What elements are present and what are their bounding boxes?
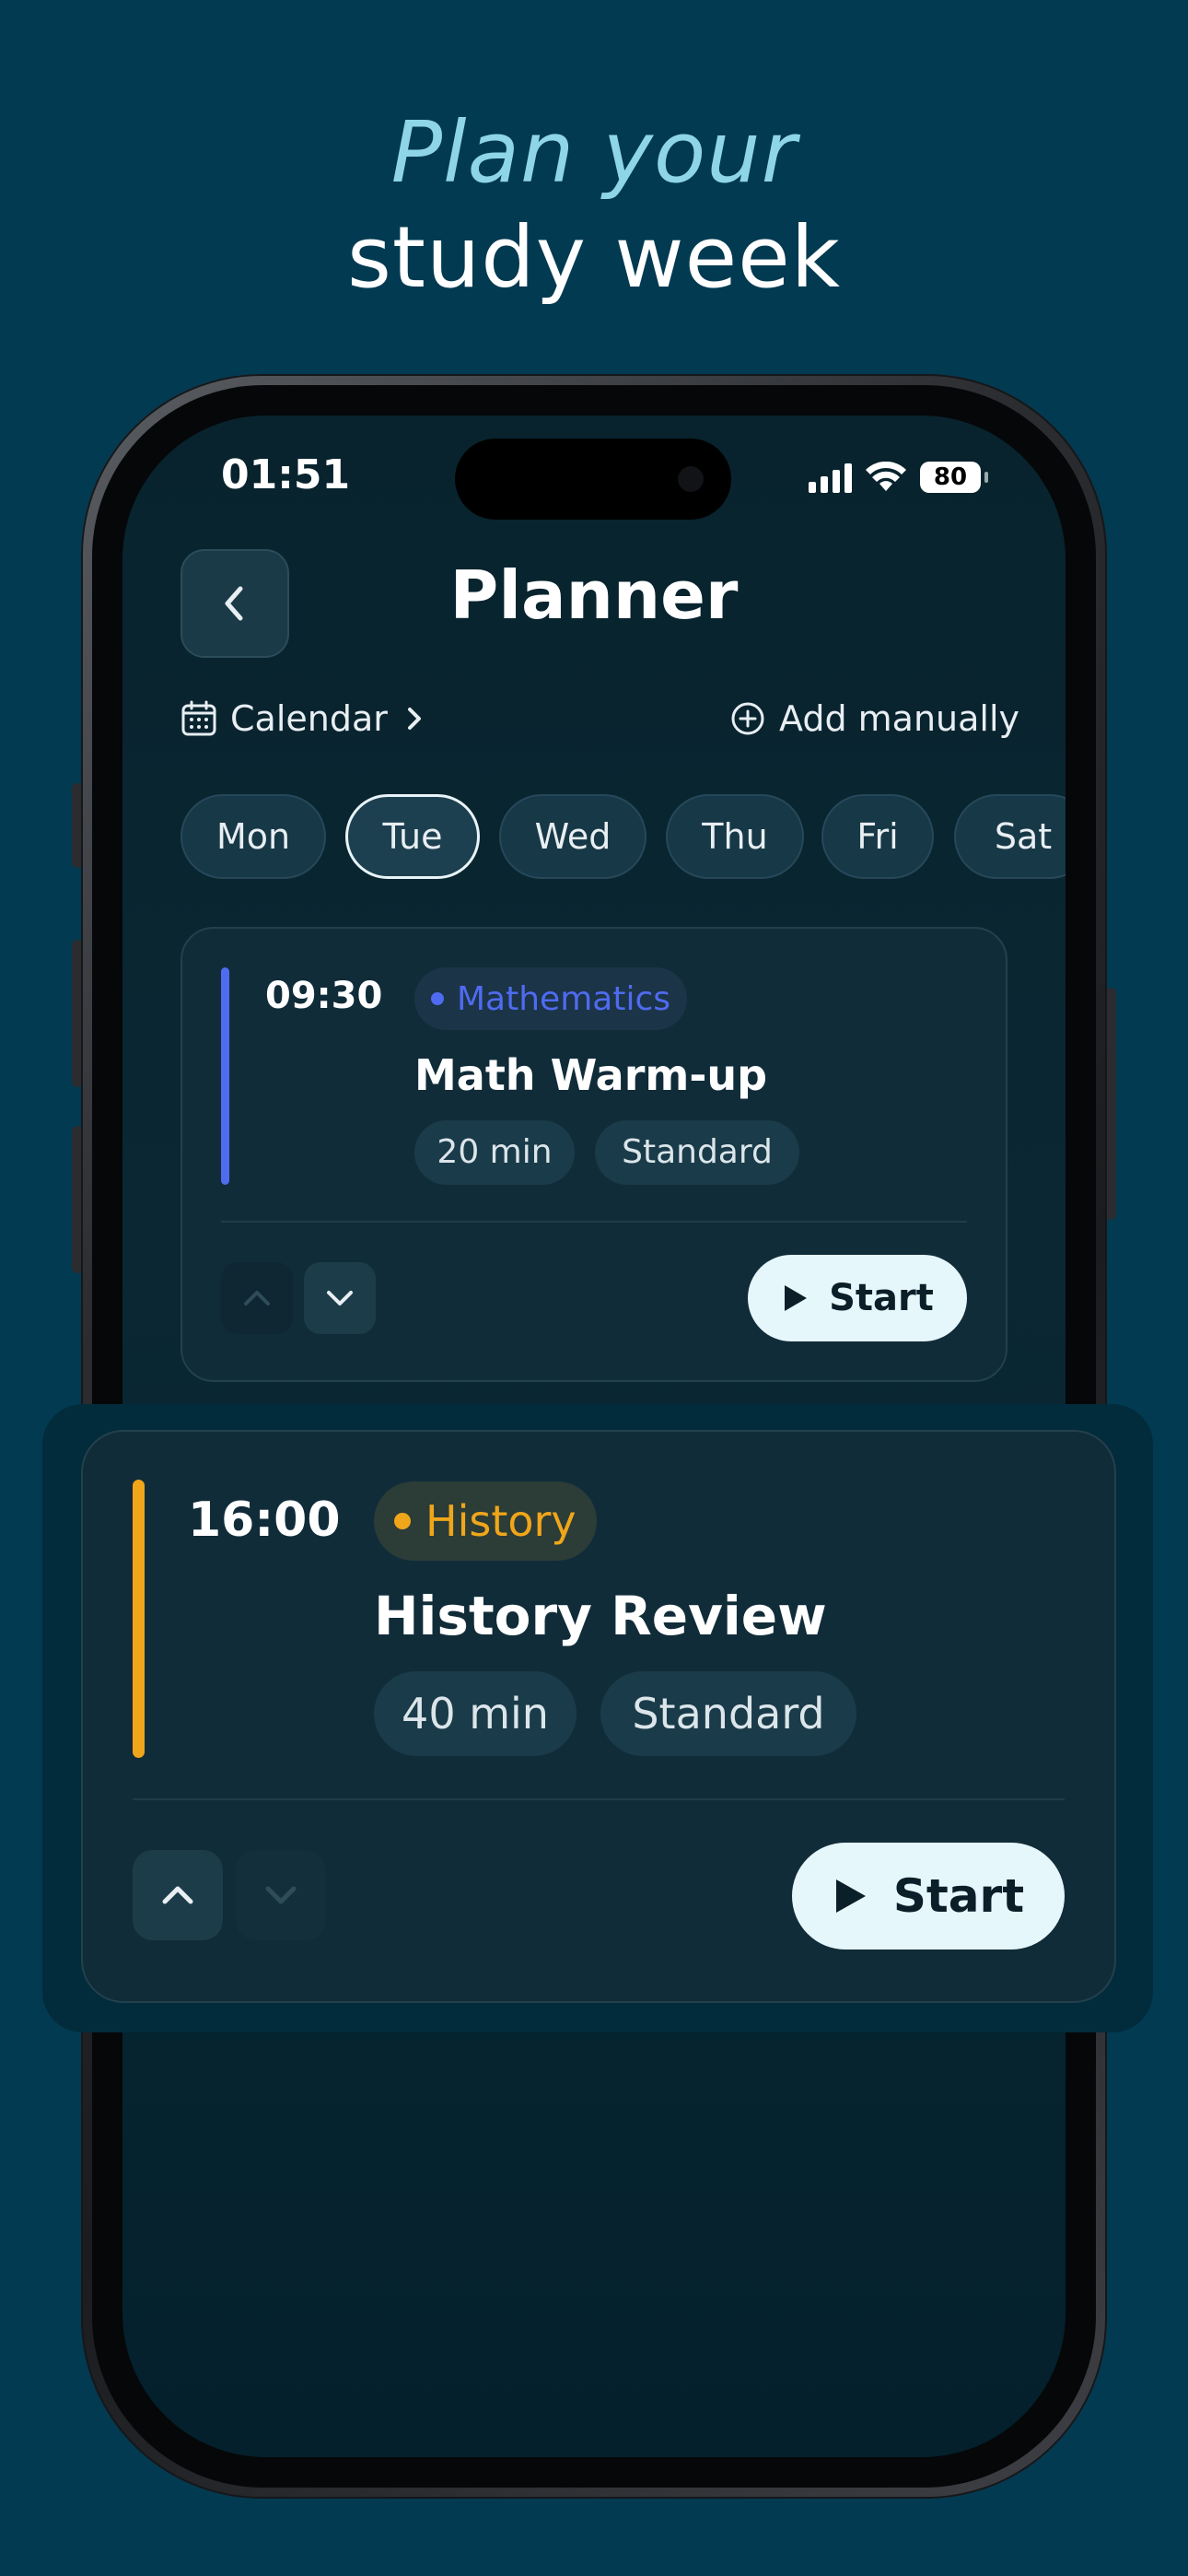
add-manually-label: Add manually xyxy=(779,698,1020,739)
subject-accent-bar xyxy=(133,1480,145,1758)
move-up-button[interactable] xyxy=(221,1262,293,1334)
day-selector: Mon Tue Wed Thu Fri Sat xyxy=(181,794,1066,883)
calendar-link[interactable]: Calendar xyxy=(181,695,428,743)
task-title: History Review xyxy=(374,1585,827,1647)
subject-accent-bar xyxy=(221,967,229,1185)
play-icon xyxy=(835,1879,866,1913)
start-button[interactable]: Start xyxy=(792,1843,1065,1950)
chevron-up-icon xyxy=(162,1886,193,1904)
card-divider xyxy=(133,1798,1065,1800)
subject-dot xyxy=(394,1513,411,1529)
camera-icon xyxy=(678,466,704,492)
move-down-button[interactable] xyxy=(304,1262,376,1334)
chevron-down-icon xyxy=(265,1886,297,1904)
duration-chip: 20 min xyxy=(414,1120,575,1185)
subject-label: History xyxy=(425,1496,577,1546)
wifi-icon xyxy=(866,462,906,491)
status-time: 01:51 xyxy=(221,451,351,498)
move-up-button[interactable] xyxy=(133,1850,223,1940)
duration-chip: 40 min xyxy=(374,1671,577,1756)
battery-icon: 80 xyxy=(920,462,988,493)
page-title: Planner xyxy=(449,556,739,634)
cellular-signal-icon xyxy=(809,462,852,493)
start-button-label: Start xyxy=(892,1869,1025,1923)
move-down-button[interactable] xyxy=(236,1850,326,1940)
mode-chip: Standard xyxy=(600,1671,856,1756)
play-icon xyxy=(785,1285,808,1311)
chevron-up-icon xyxy=(244,1291,270,1306)
day-fri[interactable]: Fri xyxy=(821,794,934,879)
chevron-down-icon xyxy=(327,1291,353,1306)
day-tue[interactable]: Tue xyxy=(345,794,480,879)
day-thu[interactable]: Thu xyxy=(666,794,804,879)
headline-line-2: study week xyxy=(346,208,842,307)
start-button[interactable]: Start xyxy=(748,1255,967,1341)
subject-label: Mathematics xyxy=(457,979,670,1018)
day-wed[interactable]: Wed xyxy=(499,794,646,879)
task-time: 16:00 xyxy=(188,1493,341,1548)
headline: Plan your study week xyxy=(0,100,1188,310)
calendar-link-label: Calendar xyxy=(230,698,388,739)
headline-line-1: Plan your xyxy=(390,103,798,202)
task-time: 09:30 xyxy=(265,975,383,1017)
start-button-label: Start xyxy=(829,1277,934,1319)
status-icons: 80 xyxy=(809,457,988,498)
plus-circle-icon xyxy=(731,702,764,735)
chevron-right-icon xyxy=(407,708,421,730)
card-divider xyxy=(221,1221,967,1223)
day-mon[interactable]: Mon xyxy=(181,794,326,879)
mode-chip: Standard xyxy=(595,1120,799,1185)
task-title: Math Warm-up xyxy=(414,1050,768,1100)
add-manually-button[interactable]: Add manually xyxy=(729,695,1019,743)
subject-dot xyxy=(431,992,444,1005)
dynamic-island xyxy=(455,439,731,520)
subject-badge: Mathematics xyxy=(414,967,687,1030)
day-sat[interactable]: Sat xyxy=(954,794,1066,879)
subject-badge: History xyxy=(374,1481,597,1561)
calendar-icon xyxy=(181,700,216,736)
